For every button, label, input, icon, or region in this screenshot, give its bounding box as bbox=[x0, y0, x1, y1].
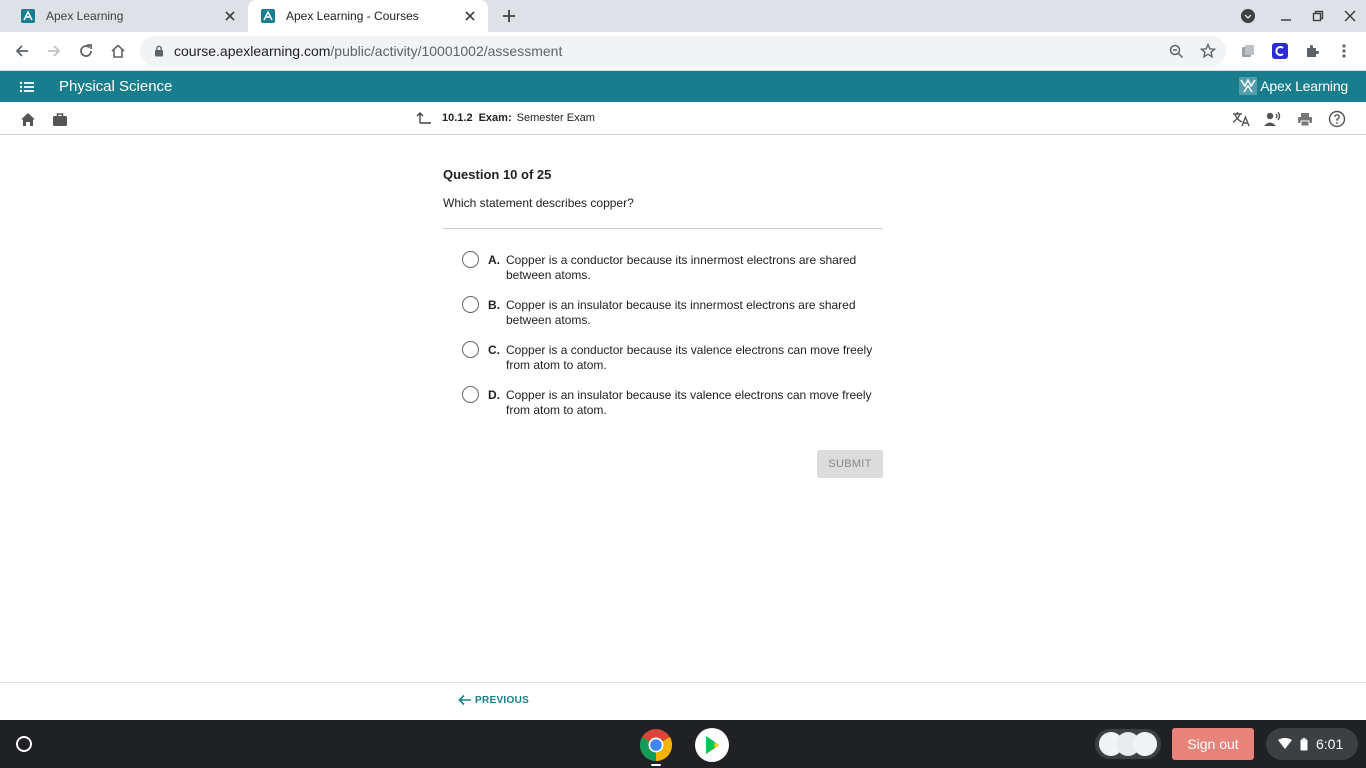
tab-close-icon[interactable] bbox=[460, 6, 480, 26]
reload-icon[interactable] bbox=[71, 36, 101, 66]
answer-option-a[interactable]: A. Copper is a conductor because its inn… bbox=[462, 251, 887, 283]
option-letter: D. bbox=[488, 388, 500, 402]
divider bbox=[443, 228, 883, 229]
activity-toolbar: 10.1.2 Exam: Semester Exam bbox=[0, 102, 1366, 135]
puzzle-icon[interactable] bbox=[1298, 36, 1326, 66]
chrome-app-icon[interactable] bbox=[639, 728, 673, 762]
apex-favicon-icon bbox=[20, 8, 36, 24]
extension-icon[interactable] bbox=[1234, 36, 1262, 66]
option-text: Copper is an insulator because its valen… bbox=[506, 388, 872, 417]
wifi-icon bbox=[1278, 738, 1292, 749]
activity-number: 10.1.2 bbox=[442, 112, 473, 124]
os-shelf: Sign out 6:01 bbox=[0, 720, 1366, 768]
sign-out-button[interactable]: Sign out bbox=[1172, 728, 1254, 760]
play-store-icon[interactable] bbox=[695, 728, 729, 762]
submit-button[interactable]: SUBMIT bbox=[817, 450, 883, 478]
forward-icon[interactable] bbox=[39, 36, 69, 66]
question-prompt: Which statement describes copper? bbox=[443, 196, 634, 210]
c-extension-icon[interactable] bbox=[1266, 36, 1294, 66]
previous-button[interactable]: PREVIOUS bbox=[458, 694, 529, 706]
previous-label: PREVIOUS bbox=[475, 694, 530, 706]
menu-icon[interactable] bbox=[18, 78, 38, 96]
browser-toolbar: course.apexlearning.com/public/activity/… bbox=[0, 32, 1366, 71]
course-title: Physical Science bbox=[59, 78, 173, 95]
zoom-icon[interactable] bbox=[1162, 36, 1190, 66]
read-aloud-icon[interactable] bbox=[1263, 109, 1283, 129]
restore-icon[interactable] bbox=[1302, 0, 1334, 32]
clock-time: 6:01 bbox=[1316, 736, 1344, 752]
option-letter: A. bbox=[488, 253, 500, 267]
print-icon[interactable] bbox=[1295, 109, 1315, 129]
activity-name: Semester Exam bbox=[516, 112, 595, 124]
option-letter: B. bbox=[488, 298, 500, 312]
tab-title: Apex Learning bbox=[46, 9, 124, 23]
back-icon[interactable] bbox=[7, 36, 37, 66]
option-letter: C. bbox=[488, 343, 500, 357]
apex-favicon-icon bbox=[260, 8, 276, 24]
battery-icon bbox=[1300, 737, 1308, 750]
tab-apex-learning[interactable]: Apex Learning bbox=[8, 0, 248, 32]
close-window-icon[interactable] bbox=[1334, 0, 1366, 32]
bookmark-star-icon[interactable] bbox=[1194, 36, 1222, 66]
home-icon[interactable] bbox=[18, 109, 38, 129]
answer-option-c[interactable]: C. Copper is a conductor because its val… bbox=[462, 341, 887, 373]
option-text: Copper is a conductor because its valenc… bbox=[506, 343, 873, 372]
new-tab-button[interactable] bbox=[497, 4, 521, 28]
radio-button[interactable] bbox=[462, 296, 479, 313]
arrow-left-icon bbox=[458, 694, 471, 706]
apex-logo: Apex Learning bbox=[1239, 77, 1348, 95]
minimize-icon[interactable] bbox=[1270, 0, 1302, 32]
url-path: /public/activity/10001002/assessment bbox=[330, 43, 563, 59]
briefcase-icon[interactable] bbox=[50, 109, 70, 129]
radio-button[interactable] bbox=[462, 341, 479, 358]
address-bar[interactable]: course.apexlearning.com/public/activity/… bbox=[140, 36, 1226, 66]
more-menu-icon[interactable] bbox=[1330, 36, 1358, 66]
radio-button[interactable] bbox=[462, 386, 479, 403]
radio-button[interactable] bbox=[462, 251, 479, 268]
url-host: course.apexlearning.com bbox=[174, 43, 331, 59]
up-arrow-icon[interactable] bbox=[416, 111, 432, 125]
help-icon[interactable] bbox=[1327, 109, 1347, 129]
answer-option-d[interactable]: D. Copper is an insulator because its va… bbox=[462, 386, 887, 418]
option-text: Copper is an insulator because its inner… bbox=[506, 298, 856, 327]
url-text: course.apexlearning.com/public/activity/… bbox=[174, 43, 562, 59]
tab-search-icon[interactable] bbox=[1232, 0, 1264, 32]
question-panel: Question 10 of 25 Which statement descri… bbox=[443, 167, 883, 478]
running-indicator bbox=[651, 764, 661, 766]
course-header: Physical Science Apex Learning bbox=[0, 71, 1366, 102]
option-text: Copper is a conductor because its innerm… bbox=[506, 253, 857, 282]
apex-logo-text: Apex Learning bbox=[1260, 78, 1348, 94]
lock-icon bbox=[152, 44, 166, 58]
translate-icon[interactable] bbox=[1231, 109, 1251, 129]
tab-apex-learning-courses[interactable]: Apex Learning - Courses bbox=[248, 0, 488, 32]
user-avatars[interactable] bbox=[1095, 729, 1161, 759]
bottom-navigation: PREVIOUS bbox=[0, 682, 1366, 720]
browser-tab-strip: Apex Learning Apex Learning - Courses bbox=[0, 0, 1366, 32]
status-tray[interactable]: 6:01 bbox=[1266, 728, 1358, 760]
tab-title: Apex Learning - Courses bbox=[286, 9, 419, 23]
answer-option-b[interactable]: B. Copper is an insulator because its in… bbox=[462, 296, 887, 328]
launcher-icon[interactable] bbox=[8, 728, 40, 760]
question-number: Question 10 of 25 bbox=[443, 167, 552, 182]
apex-logo-icon bbox=[1239, 77, 1258, 95]
tab-close-icon[interactable] bbox=[220, 6, 240, 26]
breadcrumb: 10.1.2 Exam: Semester Exam bbox=[416, 111, 595, 125]
home-icon[interactable] bbox=[103, 36, 133, 66]
activity-type: Exam: bbox=[478, 112, 512, 124]
